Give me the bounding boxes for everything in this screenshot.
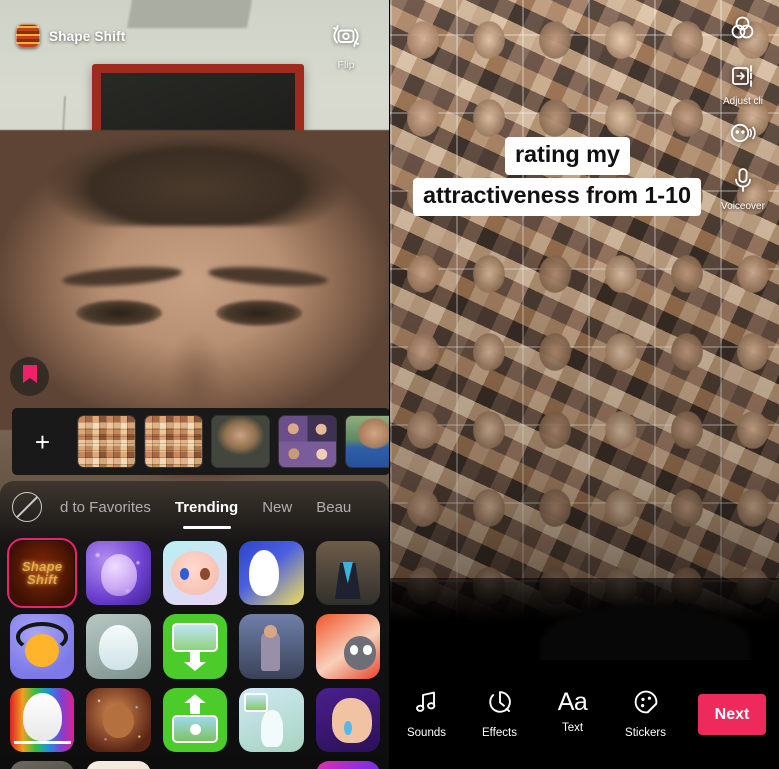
- tab-favorites[interactable]: d to Favorites: [60, 499, 151, 516]
- voiceover-button[interactable]: Voiceover: [707, 160, 779, 214]
- effect-tile-neon-gradient[interactable]: [315, 761, 380, 769]
- video-editor-panel: rating my attractiveness from 1-10 Adjus…: [390, 0, 779, 769]
- effect-tile-emoji-ears[interactable]: [10, 614, 75, 679]
- sounds-label: Sounds: [406, 727, 446, 739]
- effect-tile-pink-blob[interactable]: [239, 761, 304, 769]
- effect-picker-sheet: d to Favorites Trending New Beau Shape Sh…: [0, 481, 390, 769]
- adjust-clips-label: Adjust cli: [722, 96, 763, 107]
- ceiling-beam: [127, 0, 253, 28]
- sticker-face-icon: [633, 689, 659, 720]
- caption-line-1[interactable]: rating my: [505, 137, 630, 175]
- effect-tile-label: Shape Shift: [21, 558, 63, 588]
- effect-tile-blue-eyes-blob[interactable]: [162, 761, 228, 769]
- text-button[interactable]: Aa Text: [536, 689, 609, 734]
- effect-tile-sparkle-portrait[interactable]: [86, 687, 151, 753]
- clip-thumbnail-3[interactable]: [211, 415, 270, 468]
- effect-tile-silhouette-glow[interactable]: [239, 541, 304, 606]
- adjust-clips-button[interactable]: Adjust cli: [707, 57, 779, 109]
- clip-carousel[interactable]: +: [12, 408, 390, 475]
- voiceover-label: Voiceover: [721, 201, 765, 212]
- effect-category-tabs: d to Favorites Trending New Beau: [0, 481, 390, 533]
- effect-tile-cute-doll-face[interactable]: [162, 541, 228, 606]
- clip-thumbnail-1[interactable]: [77, 415, 136, 468]
- effect-tile-dance-video[interactable]: [239, 614, 304, 679]
- clip-thumbnail-2[interactable]: [144, 415, 203, 468]
- effects-clock-icon: [487, 689, 513, 720]
- adjust-clips-icon: [729, 63, 757, 94]
- effect-tile-shape-shift[interactable]: Shape Shift: [6, 537, 78, 609]
- eye-right: [216, 300, 302, 326]
- effects-label: Effects: [482, 727, 517, 739]
- editor-toolbar: Sounds Effects Aa Text Stickers Next: [390, 673, 779, 769]
- effect-tile-green-screen-hand[interactable]: [239, 687, 304, 753]
- tiktok-dual-panel-screenshot: Shape Shift Flip + d to Favorites Trendi…: [0, 0, 779, 769]
- filters-icon: [728, 14, 758, 49]
- effect-tile-cat-face[interactable]: [315, 614, 380, 679]
- tab-trending[interactable]: Trending: [175, 499, 238, 516]
- next-button[interactable]: Next: [698, 694, 766, 735]
- editor-side-rail: Adjust cli Voiceover: [707, 8, 779, 214]
- effect-grid: Shape Shift: [0, 533, 390, 769]
- user-hair: [6, 116, 384, 226]
- effects-button[interactable]: Effects: [463, 689, 536, 739]
- voice-effects-button[interactable]: [707, 113, 779, 156]
- filters-button[interactable]: [707, 8, 779, 53]
- add-clip-label: +: [34, 426, 51, 457]
- effect-tile-rainbow-slider[interactable]: [10, 687, 75, 753]
- panel-divider: [389, 0, 390, 769]
- voice-effects-icon: [727, 119, 759, 152]
- tab-new[interactable]: New: [262, 499, 292, 516]
- tab-beauty[interactable]: Beau: [316, 499, 351, 516]
- bookmark-icon: [22, 365, 37, 388]
- no-effect-icon[interactable]: [12, 492, 42, 522]
- camera-effects-panel: Shape Shift Flip + d to Favorites Trendi…: [0, 0, 390, 769]
- stickers-button[interactable]: Stickers: [609, 689, 682, 739]
- clip-thumbnail-4[interactable]: [278, 415, 337, 468]
- favorite-effect-button[interactable]: [10, 357, 49, 396]
- caption-line-2[interactable]: attractiveness from 1-10: [413, 178, 701, 216]
- effect-tile-face-mask-white[interactable]: [86, 614, 151, 679]
- flip-camera-icon: [331, 22, 361, 55]
- effect-tile-crying-face[interactable]: [315, 687, 380, 753]
- text-aa-icon: Aa: [557, 688, 588, 716]
- microphone-icon: [731, 166, 755, 199]
- effect-tile-green-screen-video[interactable]: [162, 687, 228, 753]
- effect-tile-hat-portrait[interactable]: [10, 761, 75, 769]
- clip-thumbnail-5[interactable]: [345, 415, 390, 468]
- effect-tile-suit-outfit[interactable]: [315, 541, 380, 606]
- text-label: Text: [561, 722, 584, 734]
- eye-left: [76, 300, 162, 326]
- flip-camera-label: Flip: [337, 59, 355, 71]
- active-effect-label: Shape Shift: [49, 28, 126, 44]
- active-effect-badge[interactable]: Shape Shift: [16, 24, 125, 48]
- shape-shift-effect-icon: [16, 24, 40, 48]
- sounds-button[interactable]: Sounds: [390, 689, 463, 739]
- nose: [168, 330, 224, 408]
- add-clip-button[interactable]: +: [16, 410, 69, 473]
- stickers-label: Stickers: [625, 727, 666, 739]
- effect-tile-heart-hands[interactable]: [86, 761, 151, 769]
- flip-camera-button[interactable]: Flip: [316, 22, 376, 71]
- effect-tile-balloon-lights[interactable]: [86, 541, 151, 606]
- music-note-icon: [414, 689, 440, 720]
- effect-tile-green-screen-photo[interactable]: [162, 614, 228, 679]
